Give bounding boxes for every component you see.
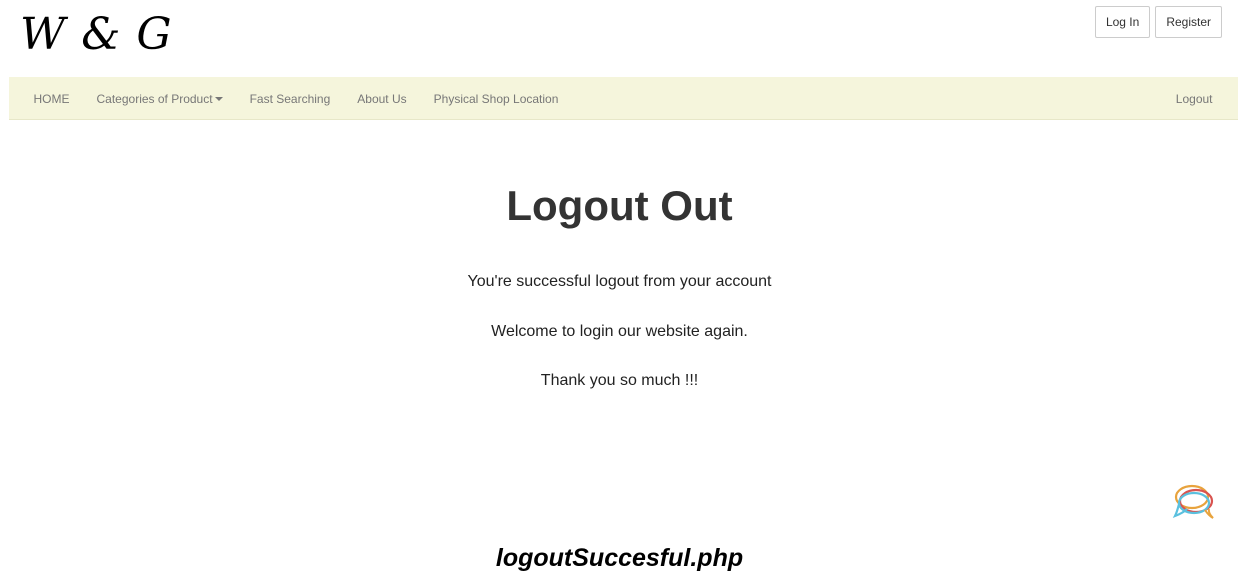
welcome-message: Welcome to login our website again. xyxy=(491,323,748,340)
nav-item-label: Physical Shop Location xyxy=(433,91,559,106)
thanks-message: Thank you so much !!! xyxy=(540,372,699,389)
nav-item-label: About Us xyxy=(357,91,407,106)
page: W & G Log In Register HOME Categories of… xyxy=(0,0,1239,573)
nav-right: Logout xyxy=(1162,77,1226,120)
chat-bubbles-icon[interactable] xyxy=(1171,482,1217,524)
caret-down-icon xyxy=(214,96,223,101)
auth-buttons: Log In Register xyxy=(1094,6,1222,38)
nav-item-label: Categories of Product xyxy=(96,91,213,106)
logout-message: You're successful logout from your accou… xyxy=(467,273,772,290)
nav-menu: HOME Categories of Product Fast Searchin… xyxy=(20,77,572,120)
page-title: Logout Out xyxy=(506,182,733,229)
nav-item-label: HOME xyxy=(33,91,70,106)
logout-link[interactable]: Logout xyxy=(1162,92,1226,106)
navbar: HOME Categories of Product Fast Searchin… xyxy=(9,77,1238,120)
nav-item-fast-searching[interactable]: Fast Searching xyxy=(236,92,344,106)
nav-item-about-us[interactable]: About Us xyxy=(344,92,420,106)
site-logo[interactable]: W & G xyxy=(20,6,173,64)
nav-item-shop-location[interactable]: Physical Shop Location xyxy=(420,92,572,106)
nav-item-home[interactable]: HOME xyxy=(20,92,83,106)
login-button[interactable]: Log In xyxy=(1094,6,1151,38)
register-button[interactable]: Register xyxy=(1155,6,1222,38)
page-caption: logoutSuccesful.php xyxy=(495,544,744,572)
nav-item-categories[interactable]: Categories of Product xyxy=(83,92,236,106)
nav-item-label: Fast Searching xyxy=(249,91,331,106)
